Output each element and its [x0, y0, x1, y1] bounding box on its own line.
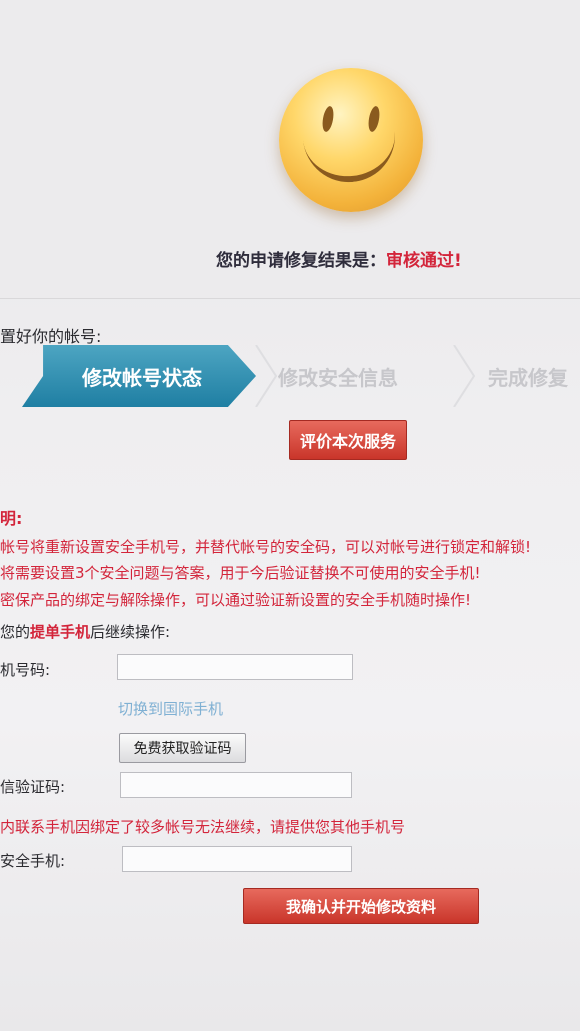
step-label: 修改安全信息: [278, 365, 398, 390]
confirm-modify-button[interactable]: 我确认并开始修改资料: [243, 888, 479, 924]
smiley-mouth: [302, 125, 400, 187]
page: 您的申请修复结果是：审核通过! 置好你的帐号: 修改帐号状态 修改安全信息 完成…: [0, 0, 580, 1031]
step-label: 完成修复: [488, 365, 568, 390]
step-divider-chevron-icon: [255, 345, 278, 407]
phone-label: 机号码:: [0, 661, 51, 679]
instruction-line: 将需要设置3个安全问题与答案，用于今后验证替换不可使用的安全手机!: [0, 564, 481, 582]
rate-service-button[interactable]: 评价本次服务: [289, 420, 407, 460]
step-modify-account-status: 修改帐号状态: [22, 345, 256, 407]
verify-prompt: 您的提单手机后继续操作:: [0, 621, 170, 642]
step-complete-repair: 完成修复: [488, 345, 568, 407]
prompt-after: 后继续操作:: [90, 623, 171, 641]
instructions-title: 明:: [0, 509, 23, 528]
prompt-highlight: 提单手机: [30, 623, 91, 641]
instruction-line: 帐号将重新设置安全手机号，并替代帐号的安全码，可以对帐号进行锁定和解锁!: [0, 538, 532, 556]
sms-code-input[interactable]: [120, 772, 352, 798]
sms-code-label: 信验证码:: [0, 778, 66, 796]
smiley-face-icon: [279, 68, 423, 212]
section-title: 置好你的帐号:: [0, 327, 102, 346]
result-panel: 您的申请修复结果是：审核通过!: [0, 0, 580, 299]
result-status: 审核通过!: [386, 251, 462, 271]
smiley-left-eye: [320, 105, 336, 133]
phone-warning: 内联系手机因绑定了较多帐号无法继续，请提供您其他手机号: [0, 818, 406, 836]
secure-phone-input[interactable]: [122, 846, 352, 872]
result-message: 您的申请修复结果是：审核通过!: [216, 246, 462, 271]
secure-phone-label: 安全手机:: [0, 852, 66, 870]
switch-international-phone-link[interactable]: 切换到国际手机: [118, 698, 223, 719]
prompt-before: 您的: [0, 623, 31, 641]
step-modify-security-info: 修改安全信息: [278, 345, 398, 407]
step-label: 修改帐号状态: [82, 365, 202, 390]
instruction-line: 密保产品的绑定与解除操作，可以通过验证新设置的安全手机随时操作!: [0, 591, 472, 609]
get-verification-code-button[interactable]: 免费获取验证码: [119, 733, 246, 763]
progress-steps: 修改帐号状态 修改安全信息 完成修复: [0, 345, 580, 407]
step-divider-chevron-icon: [453, 345, 476, 407]
result-label: 您的申请修复结果是：: [216, 251, 386, 271]
phone-input[interactable]: [117, 654, 353, 680]
